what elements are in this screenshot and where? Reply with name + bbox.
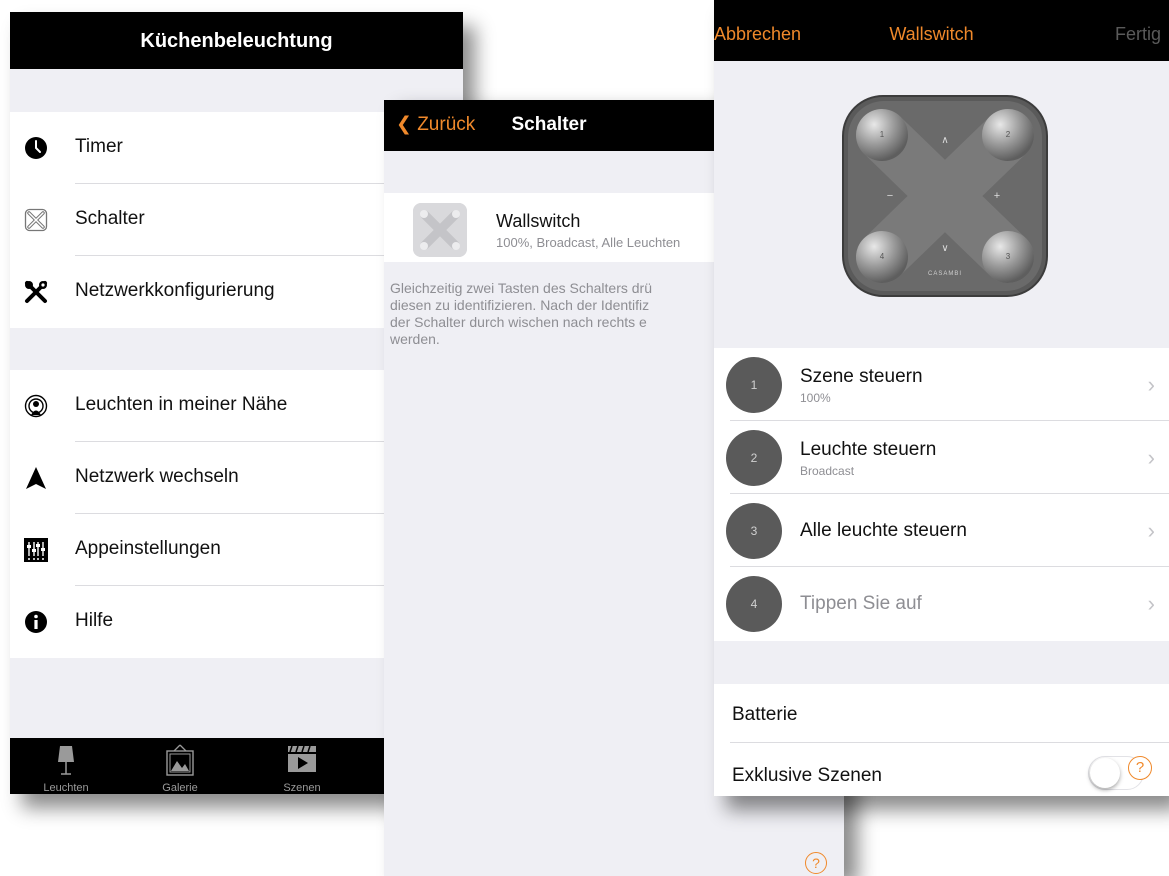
button-action-subtitle: Broadcast <box>800 464 855 478</box>
menu-item-label: Schalter <box>75 208 145 229</box>
menu-item-label: Timer <box>75 136 123 157</box>
page-title: Schalter <box>511 114 587 135</box>
device-key-2: 2 <box>1006 130 1011 139</box>
menu-item-label: Netzwerk wechseln <box>75 466 239 487</box>
tab-label: Szenen <box>283 782 321 794</box>
tab-szenen[interactable]: Szenen <box>262 738 342 794</box>
nearby-icon <box>24 394 48 418</box>
switch-details: 100%, Broadcast, Alle Leuchten <box>496 235 681 250</box>
hint-line: werden. <box>390 331 440 347</box>
settings-group: Batterie Exklusive Szenen ? <box>714 684 1169 796</box>
page-title: Wallswitch <box>889 24 974 44</box>
button-number-badge: 2 <box>726 430 782 486</box>
nav-bar: Küchenbeleuchtung <box>10 12 463 69</box>
help-icon[interactable]: ? <box>1128 756 1152 780</box>
chevron-right-icon: › <box>1147 445 1155 470</box>
hint-line: der Schalter durch wischen nach rechts e <box>390 314 647 330</box>
tab-leuchten[interactable]: Leuchten <box>26 738 106 794</box>
device-key-4: 4 <box>880 252 885 261</box>
button-number-badge: 3 <box>726 503 782 559</box>
tab-galerie[interactable]: Galerie <box>140 738 220 794</box>
button-action-title: Leuchte steuern <box>800 439 937 460</box>
page-title: Küchenbeleuchtung <box>140 30 333 52</box>
button-row-2[interactable]: 2 Leuchte steuern Broadcast › <box>714 421 1169 494</box>
clock-icon <box>25 137 47 159</box>
info-icon <box>25 611 47 633</box>
tab-label: Leuchten <box>43 782 89 794</box>
wallswitch-screen: Abbrechen Wallswitch Fertig 1 2 3 4 ∧ ∨ … <box>714 0 1169 796</box>
device-up-label: ∧ <box>941 135 948 146</box>
device-down-label: ∨ <box>941 243 948 254</box>
sliders-icon <box>24 538 48 562</box>
lamp-icon <box>58 746 74 775</box>
button-number-badge: 4 <box>726 576 782 632</box>
button-action-title: Alle leuchte steuern <box>800 520 967 541</box>
button-row-1[interactable]: 1 Szene steuern 100% › <box>714 348 1169 421</box>
button-assignment-list: 1 Szene steuern 100% › 2 Leuchte steuern… <box>714 348 1169 641</box>
hint-line: Gleichzeitig zwei Tasten des Schalters d… <box>390 280 652 296</box>
chevron-right-icon: › <box>1147 591 1155 616</box>
done-button[interactable]: Fertig <box>1115 24 1161 45</box>
menu-item-label: Appeinstellungen <box>75 538 221 559</box>
toggle-knob <box>1090 758 1120 788</box>
button-row-3[interactable]: 3 Alle leuchte steuern › <box>714 494 1169 567</box>
tab-label: Galerie <box>162 782 198 794</box>
hint-line: diesen zu identifizieren. Nach der Ident… <box>390 297 650 313</box>
switch-name: Wallswitch <box>496 211 581 231</box>
help-icon[interactable]: ? <box>805 852 827 874</box>
button-action-title: Szene steuern <box>800 366 923 387</box>
button-action-placeholder: Tippen Sie auf <box>800 593 922 614</box>
battery-item[interactable]: Batterie <box>732 704 797 726</box>
button-number-badge: 1 <box>726 357 782 413</box>
chevron-right-icon: › <box>1147 518 1155 543</box>
button-action-subtitle: 100% <box>800 391 831 405</box>
menu-item-label: Netzwerkkonfigurierung <box>75 280 275 301</box>
scenes-icon <box>288 745 316 772</box>
button-row-4[interactable]: 4 Tippen Sie auf › <box>714 567 1169 640</box>
gallery-icon <box>166 744 194 776</box>
wallswitch-thumbnail-icon <box>413 203 467 257</box>
device-plus-label: + <box>994 190 1000 202</box>
nav-bar: Abbrechen Wallswitch Fertig <box>714 0 1169 61</box>
wallswitch-device-image: 1 2 3 4 ∧ ∨ − + CASAMBI <box>842 95 1048 297</box>
device-key-1: 1 <box>880 130 885 139</box>
menu-item-label: Leuchten in meiner Nähe <box>75 394 288 415</box>
device-brand-label: CASAMBI <box>928 271 962 277</box>
exclusive-scenes-label: Exklusive Szenen <box>732 765 882 786</box>
identify-hint: Gleichzeitig zwei Tasten des Schalters d… <box>390 280 720 348</box>
menu-item-label: Hilfe <box>75 610 114 631</box>
tools-icon <box>25 281 47 303</box>
device-key-3: 3 <box>1006 252 1011 261</box>
device-minus-label: − <box>887 190 893 202</box>
switch-icon <box>24 208 48 232</box>
chevron-right-icon: › <box>1147 372 1155 397</box>
navigate-icon <box>26 467 46 489</box>
